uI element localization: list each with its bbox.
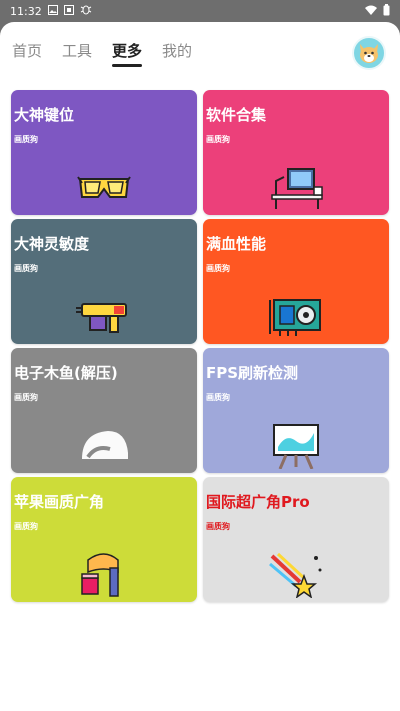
battery-icon [383, 3, 390, 19]
blaster-gun-icon [74, 293, 134, 339]
card-fps-check[interactable]: FPS刷新检测 画质狗 [203, 348, 389, 473]
card-apple-wide[interactable]: 苹果画质广角 画质狗 [11, 477, 197, 602]
card-software[interactable]: 软件合集 画质狗 [203, 90, 389, 215]
card-title: 大神键位 [14, 106, 75, 124]
desk-computer-icon [266, 164, 326, 210]
image-icon [47, 4, 58, 18]
status-bar: 11:32 [0, 0, 400, 22]
sim-icon [63, 4, 74, 18]
card-title: 满血性能 [206, 235, 267, 253]
goggles-icon [74, 164, 134, 210]
shooting-star-icon [266, 551, 326, 598]
card-subtitle: 画质狗 [14, 135, 38, 144]
bug-icon [80, 4, 92, 18]
card-subtitle: 画质狗 [14, 522, 38, 531]
card-subtitle: 画质狗 [206, 135, 230, 144]
status-time: 11:32 [10, 4, 42, 18]
main-sheet: 首页 工具 更多 我的 大神键位 画质狗 软件合集 画质狗 大神灵敏度 画质狗 … [0, 22, 400, 711]
dog-face-icon [360, 44, 378, 63]
card-title: 苹果画质广角 [14, 493, 105, 511]
card-performance[interactable]: 满血性能 画质狗 [203, 219, 389, 344]
card-wooden-fish[interactable]: 电子木鱼(解压) 画质狗 [11, 348, 197, 473]
card-title: FPS刷新检测 [206, 364, 299, 382]
card-subtitle: 画质狗 [206, 522, 230, 531]
tab-mine[interactable]: 我的 [162, 40, 192, 61]
card-subtitle: 画质狗 [206, 264, 230, 273]
paint-brush-icon [74, 551, 134, 597]
card-intl-wide-pro[interactable]: 国际超广角Pro 画质狗 [203, 477, 389, 602]
tab-home[interactable]: 首页 [12, 40, 42, 61]
card-title: 电子木鱼(解压) [14, 364, 118, 382]
card-subtitle: 画质狗 [14, 393, 38, 402]
card-title: 软件合集 [206, 106, 267, 124]
easel-icon [266, 422, 326, 469]
card-title: 国际超广角Pro [206, 493, 310, 511]
card-keymap[interactable]: 大神键位 画质狗 [11, 90, 197, 215]
wooden-fish-icon [74, 422, 134, 468]
card-subtitle: 画质狗 [206, 393, 230, 402]
tab-more[interactable]: 更多 [112, 40, 143, 67]
wifi-icon [365, 5, 377, 18]
tool-grid: 大神键位 画质狗 软件合集 画质狗 大神灵敏度 画质狗 满血性能 画质狗 电子木… [11, 90, 389, 602]
card-title: 大神灵敏度 [14, 235, 90, 253]
tab-tools[interactable]: 工具 [62, 40, 92, 61]
card-subtitle: 画质狗 [14, 264, 38, 273]
top-tabs: 首页 工具 更多 我的 [12, 40, 212, 67]
card-sensitivity[interactable]: 大神灵敏度 画质狗 [11, 219, 197, 344]
avatar[interactable] [352, 36, 386, 70]
graphics-card-icon [266, 293, 326, 339]
